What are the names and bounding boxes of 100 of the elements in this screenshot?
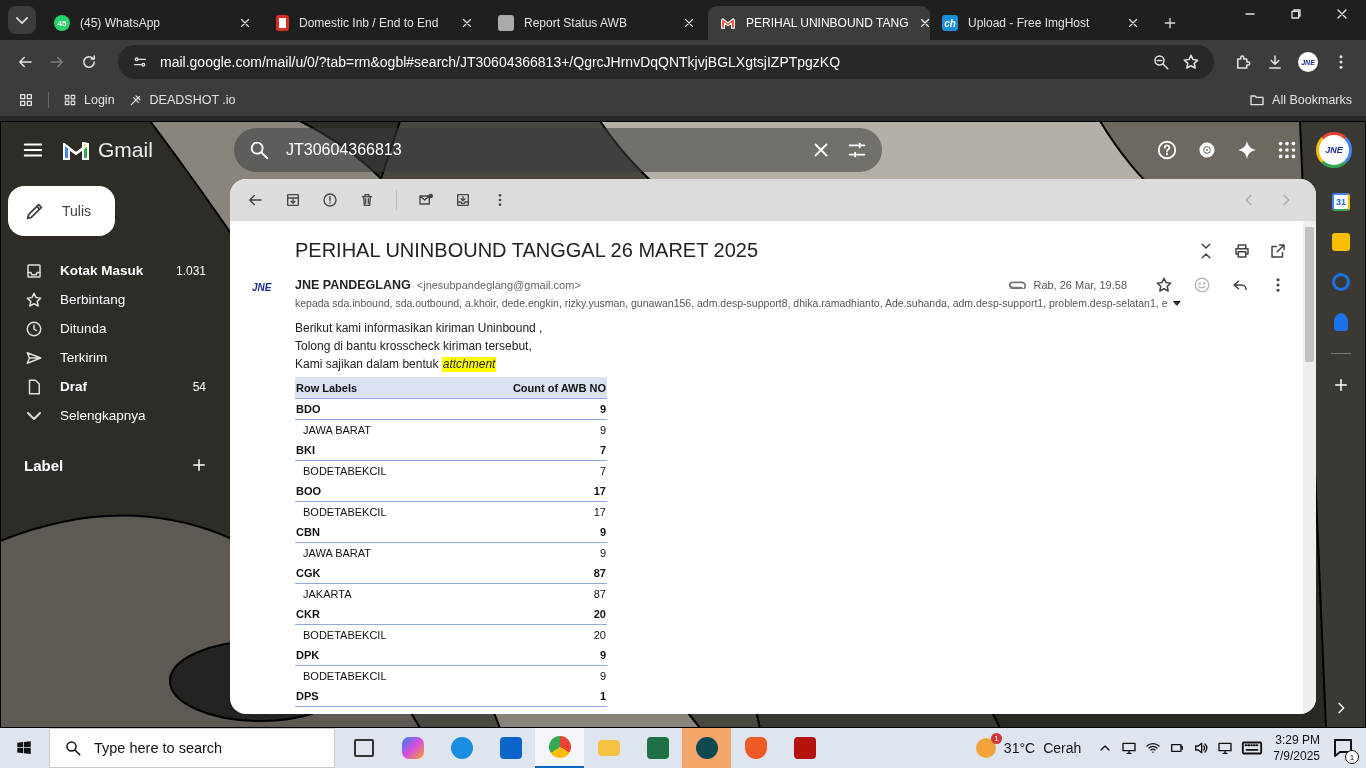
chat-icon: 45 bbox=[54, 15, 70, 31]
restore-icon[interactable] bbox=[1288, 6, 1304, 22]
move-to-icon[interactable] bbox=[455, 192, 471, 208]
star-icon bbox=[25, 290, 43, 309]
browser-tab[interactable]: ch Upload - Free ImgHost bbox=[930, 6, 1152, 40]
weather-badge: 1 bbox=[990, 733, 1002, 744]
table-cell: 1 bbox=[448, 686, 607, 707]
sender-name: JNE PANDEGLANG bbox=[295, 278, 411, 292]
new-tab-icon[interactable] bbox=[1162, 15, 1178, 31]
close-icon[interactable] bbox=[460, 16, 474, 30]
nav-item[interactable]: Kotak Masuk 1.031 bbox=[0, 256, 230, 285]
tile-icon bbox=[63, 93, 77, 107]
table-cell: BOO bbox=[295, 481, 449, 502]
print-icon[interactable] bbox=[1233, 241, 1251, 260]
table-cell: 9 bbox=[448, 542, 607, 563]
browser-tab[interactable]: Domestic Inb / End to End bbox=[264, 6, 486, 40]
app-icon[interactable] bbox=[682, 728, 731, 768]
recipients: kepada sda.inbound, sda.outbound, a.khoir, dede.engkin, rizky.yusman, gunawan156, adm.desp-support8, dhika.ramadhianto, Ade.suhanda, adm.desp-support1, problem.desp-selatan1, e bbox=[295, 297, 1168, 309]
search-field[interactable]: JT30604366813 bbox=[284, 140, 796, 160]
scrollbar-thumb[interactable] bbox=[1305, 227, 1314, 362]
nav-item[interactable]: Berbintang bbox=[0, 285, 230, 314]
column-header: Count of AWB NO bbox=[448, 377, 607, 399]
document-icon bbox=[276, 15, 289, 31]
sender-logo: JNE bbox=[252, 282, 273, 295]
table-cell: BODETABEKCIL bbox=[295, 624, 449, 645]
nav-item[interactable]: Terkirim bbox=[0, 343, 230, 372]
help-icon[interactable] bbox=[1156, 139, 1178, 161]
tile-icon bbox=[498, 15, 514, 31]
chevron-down-icon bbox=[16, 16, 28, 24]
browser-tab[interactable]: Report Status AWB bbox=[486, 6, 708, 40]
table-cell: 20 bbox=[448, 624, 607, 645]
extensions-icon[interactable] bbox=[1234, 53, 1252, 71]
table-cell: 9 bbox=[448, 419, 607, 440]
tab-search-button[interactable] bbox=[8, 6, 36, 34]
table-cell: BKI bbox=[295, 440, 449, 461]
table-cell: BODETABEKCIL bbox=[295, 665, 449, 686]
search-icon bbox=[64, 739, 82, 757]
nav-item[interactable]: Ditunda bbox=[0, 314, 230, 343]
windows-icon[interactable] bbox=[15, 739, 33, 757]
table-cell: 9 bbox=[448, 665, 607, 686]
compose-button[interactable]: Tulis bbox=[8, 186, 115, 236]
notification-badge: 1 bbox=[1345, 750, 1359, 764]
volume-icon[interactable] bbox=[1193, 740, 1210, 756]
reload-icon[interactable] bbox=[80, 53, 98, 71]
body-text: Tolong di bantu krosscheck kiriman tersebut, bbox=[295, 338, 533, 355]
search-bar[interactable]: JT30604366813 bbox=[234, 128, 882, 172]
close-icon[interactable] bbox=[238, 16, 252, 30]
address-bar[interactable]: mail.google.com/mail/u/0/?tab=rm&ogbl#search/JT30604366813+/QgrcJHrnvDqQNTkjvjBGLXgtsjIZPTpgzKQ bbox=[118, 45, 1214, 79]
bookmark-star-icon[interactable] bbox=[1182, 53, 1200, 71]
all-bookmarks[interactable]: All Bookmarks bbox=[1249, 92, 1352, 108]
url-text: mail.google.com/mail/u/0/?tab=rm&ogbl#search/JT30604366813+/QgrcJHrnvDqQNTkjvjBGLXgtsjIZPTpgzKQ bbox=[160, 54, 842, 70]
table-cell: DPK bbox=[295, 645, 449, 666]
star-icon[interactable] bbox=[1155, 276, 1173, 294]
body-text: Berikut kami informasikan kiriman Uninbound , bbox=[295, 320, 544, 337]
close-icon[interactable] bbox=[1126, 16, 1140, 30]
delete-icon[interactable] bbox=[359, 192, 375, 208]
table-cell: CGK bbox=[295, 563, 449, 584]
bookmark[interactable]: Login bbox=[63, 93, 115, 107]
email-date: Rab, 26 Mar, 19.58 bbox=[1033, 279, 1127, 291]
table-cell: 87 bbox=[448, 563, 607, 584]
table-cell: JAWA BARAT bbox=[295, 419, 449, 440]
notifications-icon[interactable] bbox=[1334, 739, 1352, 757]
attachment-icon bbox=[1009, 281, 1028, 289]
add-label-icon[interactable] bbox=[190, 456, 208, 474]
browser-tab[interactable]: 45 (45) WhatsApp bbox=[42, 6, 264, 40]
table-cell: BODETABEKCIL bbox=[295, 460, 449, 481]
close-icon[interactable] bbox=[682, 16, 696, 30]
table-cell: JAWA BARAT bbox=[295, 542, 449, 563]
nav-item[interactable]: Selengkapnya bbox=[0, 401, 230, 430]
table-cell: 17 bbox=[448, 501, 607, 522]
search-field[interactable]: Type here to search bbox=[92, 739, 334, 757]
calendar-icon[interactable]: 31 bbox=[1332, 193, 1350, 211]
chrome-icon[interactable] bbox=[535, 728, 584, 768]
temperature: 31°C bbox=[1003, 740, 1036, 756]
clock-date: 7/9/2025 bbox=[1273, 748, 1320, 764]
body-text: Kami sajikan dalam bentuk attchment bbox=[295, 356, 498, 373]
add-icon[interactable] bbox=[1332, 376, 1350, 394]
bookmark[interactable]: DEADSHOT .io bbox=[128, 93, 236, 107]
table-cell: JAKARTA bbox=[295, 583, 449, 604]
monitor-icon[interactable] bbox=[1121, 740, 1138, 756]
nav-item[interactable]: Draf 54 bbox=[0, 372, 230, 401]
mark-unread-icon[interactable] bbox=[418, 192, 434, 208]
apps-icon[interactable] bbox=[1276, 139, 1298, 161]
table-cell: DPS bbox=[295, 686, 449, 707]
feather-icon bbox=[128, 93, 143, 107]
weather-condition: Cerah bbox=[1043, 740, 1082, 756]
table-cell: BODETABEKCIL bbox=[295, 501, 449, 522]
search-icon[interactable] bbox=[248, 139, 270, 161]
archive-icon[interactable] bbox=[285, 192, 301, 208]
site-info-icon[interactable] bbox=[132, 54, 148, 70]
sender-email: <jnesubpandeglang@gmail.com> bbox=[416, 279, 581, 291]
zoom-icon[interactable] bbox=[1152, 53, 1170, 71]
download-icon[interactable] bbox=[1266, 53, 1284, 71]
browser-tab[interactable]: PERIHAL UNINBOUND TANG bbox=[708, 6, 930, 40]
wifi-icon[interactable] bbox=[1145, 740, 1162, 756]
table-cell: 17 bbox=[448, 481, 607, 502]
open-new-window-icon[interactable] bbox=[1269, 241, 1287, 260]
report-spam-icon[interactable] bbox=[322, 192, 338, 208]
search-bar[interactable]: Type here to search bbox=[49, 728, 335, 768]
apps-icon[interactable] bbox=[18, 92, 34, 108]
